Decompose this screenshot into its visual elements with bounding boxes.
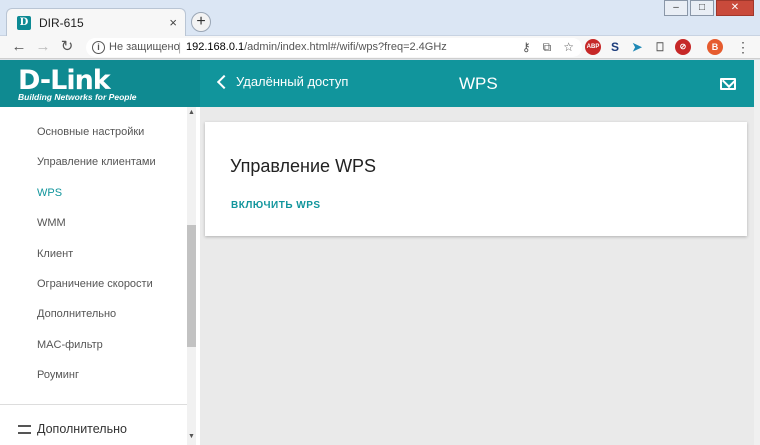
dlink-favicon-icon: D [17, 16, 31, 30]
sidebar-section-advanced[interactable]: Дополнительно [18, 422, 127, 436]
forward-arrow-icon[interactable]: → [34, 38, 52, 56]
minimize-icon[interactable]: – [664, 0, 688, 16]
bookmark-star-icon[interactable]: ☆ [563, 40, 574, 55]
page-header: D-Link Building Networks for People Удал… [0, 60, 754, 107]
url-path: /admin/index.html#/wifi/wps?freq=2.4GHz [244, 41, 447, 53]
sidebar: Основные настройки Управление клиентами … [0, 107, 200, 445]
browser-titlebar: D DIR-615 × + – □ ✕ [0, 0, 760, 36]
key-icon[interactable]: ⚷ [522, 40, 531, 55]
back-link[interactable]: Удалённый доступ [216, 74, 348, 89]
sidebar-item-wmm[interactable]: WMM [37, 217, 66, 229]
profile-avatar[interactable]: В [707, 39, 723, 55]
tab-close-icon[interactable]: × [169, 15, 177, 30]
url-text[interactable]: 192.168.0.1/admin/index.html#/wifi/wps?f… [186, 41, 447, 53]
mail-icon[interactable] [720, 78, 736, 90]
scroll-down-arrow-icon[interactable]: ▼ [188, 433, 195, 440]
info-icon[interactable]: i [92, 41, 105, 54]
back-arrow-icon[interactable]: ← [10, 38, 28, 56]
browser-menu-icon[interactable]: ⋮ [736, 38, 750, 56]
adblock-icon[interactable]: ABP [585, 39, 601, 55]
sidebar-item-clients[interactable]: Управление клиентами [37, 156, 156, 168]
bookmark-extension-icon[interactable]: ⎕ [652, 39, 668, 55]
send-extension-icon[interactable]: ➤ [629, 39, 645, 55]
wps-card: Управление WPS ВКЛЮЧИТЬ WPS [205, 122, 747, 236]
sliders-icon [18, 424, 31, 434]
page-scrollbar[interactable] [754, 60, 760, 445]
sidebar-scroll-thumb[interactable] [187, 225, 196, 347]
scroll-up-arrow-icon[interactable]: ▲ [188, 109, 195, 116]
block-extension-icon[interactable]: ⊘ [675, 39, 691, 55]
router-page: D-Link Building Networks for People Удал… [0, 60, 754, 445]
sidebar-section-label: Дополнительно [37, 422, 127, 436]
s-extension-icon[interactable]: S [607, 39, 623, 55]
sidebar-item-basic[interactable]: Основные настройки [37, 126, 144, 138]
url-separator: | [178, 40, 182, 54]
new-tab-button[interactable]: + [191, 12, 211, 32]
sidebar-item-wps[interactable]: WPS [37, 187, 62, 199]
dlink-logo[interactable]: D-Link Building Networks for People [0, 60, 200, 107]
window-close-icon[interactable]: ✕ [716, 0, 754, 16]
sidebar-item-rate-limit[interactable]: Ограничение скорости [37, 278, 153, 290]
address-bar[interactable]: i Не защищено | 192.168.0.1/admin/index.… [86, 38, 582, 57]
sidebar-item-roaming[interactable]: Роуминг [37, 369, 79, 381]
logo-tagline: Building Networks for People [18, 92, 137, 102]
chevron-left-icon [216, 74, 232, 89]
sidebar-divider [0, 404, 187, 405]
security-label: Не защищено [109, 41, 180, 53]
translate-icon[interactable]: ⧉ [543, 40, 552, 55]
back-link-label: Удалённый доступ [236, 74, 349, 89]
card-title: Управление WPS [230, 156, 377, 176]
sidebar-item-mac-filter[interactable]: MAC-фильтр [37, 339, 103, 351]
maximize-icon[interactable]: □ [690, 0, 714, 16]
page-title: WPS [459, 74, 498, 93]
sidebar-item-client[interactable]: Клиент [37, 248, 73, 260]
enable-wps-button[interactable]: ВКЛЮЧИТЬ WPS [231, 200, 321, 211]
browser-toolbar: ← → ↻ i Не защищено | 192.168.0.1/admin/… [0, 36, 760, 59]
reload-icon[interactable]: ↻ [58, 38, 76, 56]
window-controls: – □ ✕ [662, 0, 754, 16]
browser-tab[interactable]: D DIR-615 × [6, 8, 186, 36]
tab-title: DIR-615 [39, 16, 84, 30]
sidebar-item-advanced[interactable]: Дополнительно [37, 308, 116, 320]
url-host: 192.168.0.1 [186, 41, 245, 53]
